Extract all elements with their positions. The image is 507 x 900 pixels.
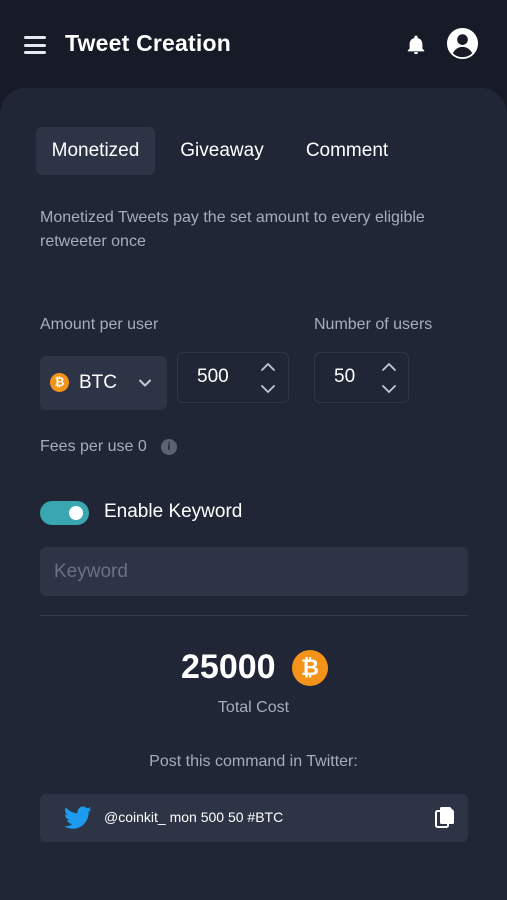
command-box: @coinkit_ mon 500 50 #BTC xyxy=(40,794,468,842)
users-value: 50 xyxy=(334,366,356,387)
app-header: Tweet Creation xyxy=(0,0,507,88)
btc-coin-icon: ₿ xyxy=(50,373,69,392)
currency-value: BTC xyxy=(79,372,117,393)
amount-stepper[interactable]: 500 xyxy=(177,352,289,403)
total-cost: 25000 ₿ xyxy=(0,648,507,692)
tab-comment[interactable]: Comment xyxy=(289,127,405,175)
keyword-toggle-label: Enable Keyword xyxy=(104,501,243,522)
tab-giveaway[interactable]: Giveaway xyxy=(164,127,280,175)
menu-icon[interactable] xyxy=(24,36,46,54)
stepper-icon[interactable] xyxy=(260,362,276,394)
mode-description: Monetized Tweets pay the set amount to e… xyxy=(40,209,425,250)
copy-icon[interactable] xyxy=(435,806,455,828)
total-cost-label: Total Cost xyxy=(217,699,290,716)
bell-icon[interactable] xyxy=(405,33,427,57)
account-icon[interactable] xyxy=(446,27,479,60)
command-text: @coinkit_ mon 500 50 #BTC xyxy=(104,809,284,825)
currency-select[interactable]: ₿ BTC xyxy=(40,356,167,410)
keyword-input[interactable] xyxy=(40,547,468,596)
info-icon[interactable]: i xyxy=(161,439,177,455)
twitter-icon xyxy=(64,806,92,829)
post-command-label: Post this command in Twitter: xyxy=(149,753,358,770)
keyword-toggle[interactable] xyxy=(40,501,89,525)
amount-label: Amount per user xyxy=(40,316,159,333)
amount-value: 500 xyxy=(197,366,229,387)
divider xyxy=(40,615,468,616)
users-stepper[interactable]: 50 xyxy=(314,352,409,403)
tweet-creation-panel: Monetized Giveaway Comment Monetized Twe… xyxy=(0,88,507,900)
chevron-down-icon xyxy=(139,379,151,387)
tab-monetized[interactable]: Monetized xyxy=(36,127,155,175)
page-title: Tweet Creation xyxy=(65,30,231,56)
btc-coin-icon: ₿ xyxy=(292,650,328,686)
users-label: Number of users xyxy=(314,316,433,333)
total-cost-value: 25000 xyxy=(181,648,276,686)
toggle-knob xyxy=(69,506,83,520)
stepper-icon[interactable] xyxy=(381,362,397,394)
fees-text: Fees per use 0 xyxy=(40,438,147,455)
